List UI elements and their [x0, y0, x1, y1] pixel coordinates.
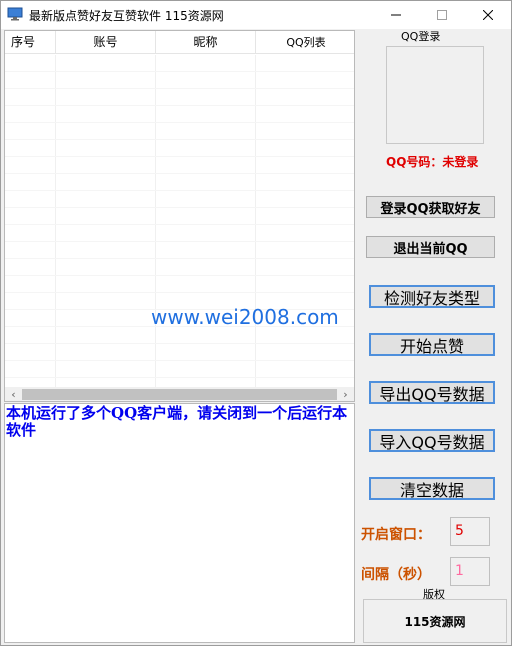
row-divider: [5, 224, 354, 225]
row-divider: [5, 156, 354, 157]
window-count-input[interactable]: 5: [450, 517, 490, 546]
row-divider: [5, 71, 354, 72]
horizontal-scrollbar[interactable]: ‹ ›: [5, 387, 354, 401]
row-divider: [5, 258, 354, 259]
maximize-icon: [437, 10, 447, 20]
table-header: 序号 账号 昵称 QQ列表: [5, 31, 354, 54]
row-divider: [5, 292, 354, 293]
row-divider: [5, 343, 354, 344]
table-body[interactable]: [5, 55, 354, 387]
detect-friend-type-button[interactable]: 检测好友类型: [369, 285, 495, 308]
maximize-button[interactable]: [419, 1, 465, 29]
logout-qq-button[interactable]: 退出当前QQ: [366, 236, 495, 258]
minimize-button[interactable]: [373, 1, 419, 29]
export-qq-data-button[interactable]: 导出QQ号数据: [369, 381, 495, 404]
column-header-nickname[interactable]: 昵称: [156, 31, 256, 54]
row-divider: [5, 190, 354, 191]
interval-label: 间隔（秒）: [361, 567, 431, 583]
column-header-qq-list[interactable]: QQ列表: [256, 31, 354, 54]
row-divider: [5, 377, 354, 378]
row-divider: [5, 241, 354, 242]
clear-data-button[interactable]: 清空数据: [369, 477, 495, 500]
minimize-icon: [391, 14, 401, 16]
row-divider: [5, 105, 354, 106]
copyright-text: 115资源网: [404, 614, 466, 629]
row-divider: [5, 122, 354, 123]
column-header-account[interactable]: 账号: [56, 31, 156, 54]
scroll-right-icon[interactable]: ›: [337, 387, 354, 401]
scrollbar-thumb[interactable]: [22, 389, 337, 400]
copyright-box: 115资源网: [363, 599, 507, 643]
window-count-label: 开启窗口：: [361, 527, 431, 543]
row-divider: [5, 275, 354, 276]
window-title: 最新版点赞好友互赞软件 115资源网: [29, 9, 224, 23]
friends-table[interactable]: 序号 账号 昵称 QQ列表 ‹ ›: [4, 30, 355, 402]
login-qq-button[interactable]: 登录QQ获取好友: [366, 196, 495, 218]
row-divider: [5, 360, 354, 361]
row-divider: [5, 88, 354, 89]
interval-input[interactable]: 1: [450, 557, 490, 586]
qq-status-label: QQ号码：未登录: [386, 155, 479, 169]
close-button[interactable]: [465, 1, 511, 29]
qr-code-box: [386, 46, 484, 144]
row-divider: [5, 173, 354, 174]
title-bar[interactable]: 最新版点赞好友互赞软件 115资源网: [1, 1, 511, 29]
qq-login-group-title: QQ登录: [401, 30, 441, 43]
row-divider: [5, 139, 354, 140]
row-divider: [5, 207, 354, 208]
close-icon: [483, 10, 493, 20]
import-qq-data-button[interactable]: 导入QQ号数据: [369, 429, 495, 452]
watermark-text: www.wei2008.com: [151, 305, 339, 329]
start-like-button[interactable]: 开始点赞: [369, 333, 495, 356]
column-header-index[interactable]: 序号: [5, 31, 56, 54]
log-message: 本机运行了多个QQ客户端，请关闭到一个后运行本软件: [6, 404, 348, 439]
app-monitor-icon: [7, 7, 23, 21]
scroll-left-icon[interactable]: ‹: [5, 387, 22, 401]
app-window: 最新版点赞好友互赞软件 115资源网 序号 账号 昵称 QQ列表 ‹ › www…: [0, 0, 512, 646]
log-textarea[interactable]: 本机运行了多个QQ客户端，请关闭到一个后运行本软件: [4, 403, 355, 643]
